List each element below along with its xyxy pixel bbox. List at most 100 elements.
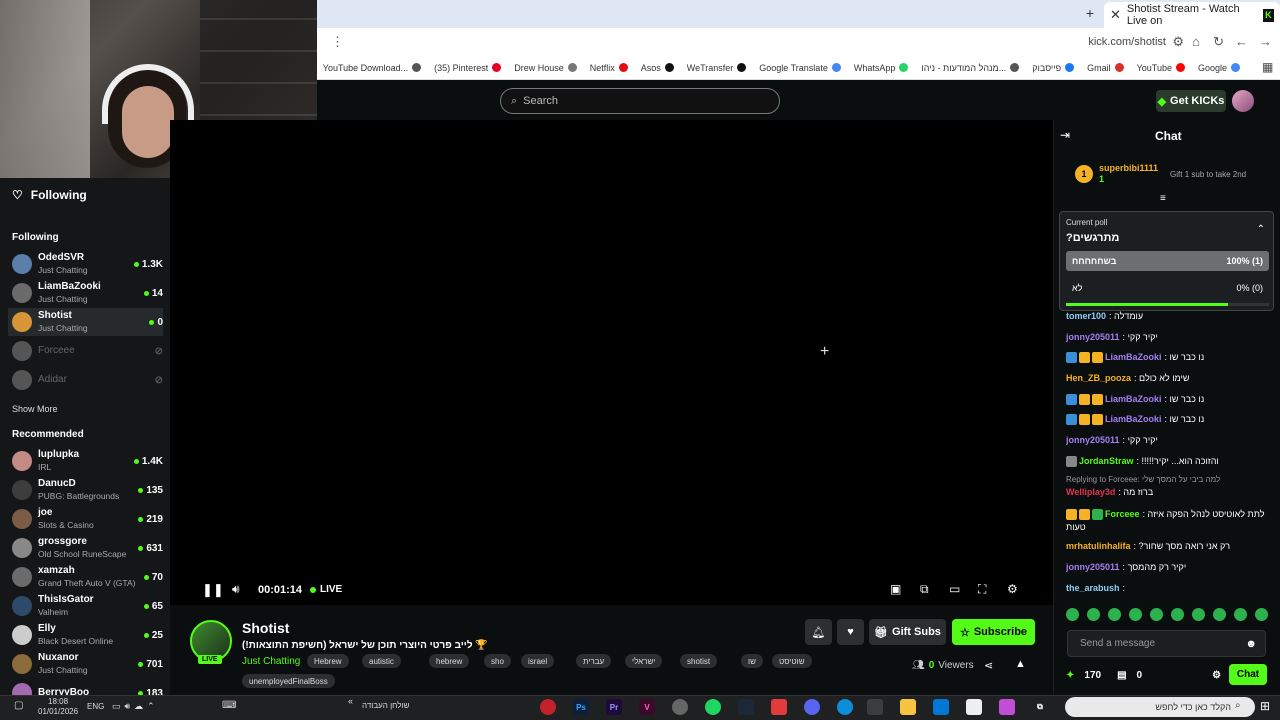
bookmark-item[interactable]: מנהל המודעות - ניהו... xyxy=(921,63,1020,73)
clip-icon[interactable]: ⧉ xyxy=(920,582,929,597)
chat-username[interactable]: LiamBaZooki xyxy=(1105,394,1162,404)
bookmark-item[interactable]: YouTube xyxy=(1137,63,1185,73)
bookmark-item[interactable]: WeTransfer xyxy=(687,63,747,73)
pinned-user[interactable]: superbibi1111 xyxy=(1099,163,1158,174)
chat-username[interactable]: Hen_ZB_pooza xyxy=(1066,373,1131,383)
stream-tag[interactable]: עברית xyxy=(576,654,612,668)
stream-category[interactable]: Just Chatting xyxy=(242,656,300,667)
bookmark-item[interactable]: Gmail xyxy=(1087,63,1124,73)
subscribe-button[interactable]: ☆ Subscribe xyxy=(952,619,1035,645)
chat-input[interactable]: Send a message ☻ xyxy=(1067,630,1266,657)
stream-tag[interactable]: שו xyxy=(741,654,763,668)
mini-player-icon[interactable]: ▣ xyxy=(890,582,901,596)
chat-username[interactable]: Welliplay3d xyxy=(1066,487,1115,497)
app-vegas-icon[interactable]: V xyxy=(639,699,655,715)
back-arrow-icon[interactable]: ← xyxy=(1235,34,1248,49)
search-input[interactable]: ⌕ Search xyxy=(500,88,780,114)
sidebar-channel[interactable]: Shotist Just Chatting 0 xyxy=(8,308,163,336)
chat-username[interactable]: jonny205011 xyxy=(1066,332,1120,342)
kicks-count[interactable]: 170 xyxy=(1084,670,1101,681)
video-player[interactable] xyxy=(170,120,1053,605)
app-steam-icon[interactable] xyxy=(738,699,754,715)
fullscreen-icon[interactable]: ⛶ xyxy=(978,582,986,597)
task-view-icon[interactable]: ⧉ xyxy=(1032,699,1048,715)
sidebar-channel[interactable]: Elly Black Desert Online 25 xyxy=(8,621,163,649)
notification-bell-button[interactable]: 🔔︎ xyxy=(805,619,832,645)
new-tab-button[interactable]: + xyxy=(1086,5,1094,21)
show-more-link[interactable]: Show More xyxy=(12,404,58,414)
chat-username[interactable]: LiamBaZooki xyxy=(1105,414,1162,424)
send-chat-button[interactable]: Chat xyxy=(1229,664,1267,685)
app-chrome-icon[interactable] xyxy=(867,699,883,715)
stream-tag[interactable]: autistic xyxy=(362,654,401,668)
stream-tag[interactable]: shotist xyxy=(680,654,718,668)
sidebar-channel[interactable]: joe Slots & Casino 219 xyxy=(8,505,163,533)
chat-username[interactable]: jonny205011 xyxy=(1066,435,1120,445)
poll-option[interactable]: לא 0% (0) xyxy=(1066,278,1269,298)
bookmark-item[interactable]: Drew House xyxy=(514,63,577,73)
bookmark-item[interactable]: YouTube Download... xyxy=(323,63,422,73)
emoji-picker-icon[interactable]: ☻ xyxy=(1245,638,1257,650)
bookmark-item[interactable]: Google Translate xyxy=(759,63,841,73)
streamer-name[interactable]: Shotist xyxy=(242,620,289,636)
keyboard-icon[interactable]: ⌨ xyxy=(222,700,236,711)
chat-username[interactable]: mrhatulinhalifa xyxy=(1066,541,1131,551)
app-premiere-icon[interactable]: Pr xyxy=(606,699,622,715)
app-photoshop-icon[interactable]: Ps xyxy=(573,699,589,715)
chat-username[interactable]: Forceee xyxy=(1105,509,1140,519)
chat-username[interactable]: jonny205011 xyxy=(1066,562,1120,572)
menu-icon[interactable]: ⋮ xyxy=(331,34,344,50)
chat-username[interactable]: JordanStraw xyxy=(1079,456,1134,466)
sidebar-channel[interactable]: ThisIsGator Valheim 65 xyxy=(8,592,163,620)
stream-tag[interactable]: hebrew xyxy=(429,654,470,668)
home-icon[interactable]: ⌂ xyxy=(1192,34,1200,49)
poll-option[interactable]: בשחחחחח 100% (1) xyxy=(1066,251,1269,271)
apps-grid-icon[interactable]: ▦ xyxy=(1262,60,1273,74)
stream-tag[interactable]: ישראלי xyxy=(625,654,663,668)
volume-icon[interactable]: 🔊︎ xyxy=(232,582,240,597)
sidebar-channel[interactable]: Nuxanor Just Chatting 701 xyxy=(8,650,163,678)
app-copilot-icon[interactable] xyxy=(999,699,1015,715)
app-mail-icon[interactable] xyxy=(933,699,949,715)
clock[interactable]: 18:08 01/01/2026 xyxy=(38,697,78,717)
sidebar-channel[interactable]: grossgore Old School RuneScape 631 xyxy=(8,534,163,562)
stream-tag[interactable]: unemployedFinalBoss xyxy=(242,674,335,688)
bookmark-item[interactable]: Asos xyxy=(641,63,674,73)
notification-icon[interactable]: ▢ xyxy=(14,700,23,711)
sidebar-channel[interactable]: Forceee ⊘ xyxy=(8,337,163,365)
sidebar-channel[interactable]: luplupka IRL 1.4K xyxy=(8,447,163,475)
desktop-toolbar-label[interactable]: שולחן העבודה xyxy=(362,701,409,710)
bookmark-item[interactable]: (35) Pinterest xyxy=(434,63,502,73)
app-explorer-icon[interactable] xyxy=(900,699,916,715)
pause-icon[interactable]: ❚❚ xyxy=(202,582,224,598)
stream-tag[interactable]: sho xyxy=(484,654,511,668)
app-spotify-icon[interactable] xyxy=(705,699,721,715)
tray-icons[interactable]: ▭🔊︎☁⌃ xyxy=(112,701,159,712)
bookmark-item[interactable]: Google xyxy=(1198,63,1240,73)
sidebar-channel[interactable]: Adidar ⊘ xyxy=(8,366,163,394)
taskbar-search-input[interactable]: הקלד כאן כדי לחפש xyxy=(1065,697,1255,717)
report-icon[interactable]: ▲ xyxy=(1015,658,1026,670)
bag-count[interactable]: 0 xyxy=(1137,670,1143,681)
filter-icon[interactable]: ≡ xyxy=(1160,193,1166,204)
stream-tag[interactable]: israel xyxy=(521,654,555,668)
reload-icon[interactable]: ↻ xyxy=(1213,34,1224,50)
chat-username[interactable]: the_arabush xyxy=(1066,583,1120,593)
settings-gear-icon[interactable]: ⚙ xyxy=(1007,582,1018,596)
stream-tag[interactable]: שוטיסט xyxy=(772,654,812,668)
chat-settings-icon[interactable]: ⚙ xyxy=(1212,670,1221,681)
following-header[interactable]: ♡ Following xyxy=(12,188,87,202)
chat-username[interactable]: LiamBaZooki xyxy=(1105,352,1162,362)
language-indicator[interactable]: ENG xyxy=(87,702,104,711)
sidebar-channel[interactable]: OdedSVR Just Chatting 1.3K xyxy=(8,250,163,278)
browser-tab[interactable]: ✕ Shotist Stream - Watch Live on K xyxy=(1104,2,1280,28)
gift-subs-button[interactable]: 🎁︎ Gift Subs xyxy=(869,619,946,645)
stream-tag[interactable]: Hebrew xyxy=(307,654,349,668)
app-store-icon[interactable] xyxy=(966,699,982,715)
theater-mode-icon[interactable]: ▭ xyxy=(949,582,960,596)
url-field[interactable]: kick.com/shotist xyxy=(1088,36,1166,48)
get-kicks-button[interactable]: ◆ Get KICKs xyxy=(1156,90,1226,112)
site-settings-icon[interactable]: ⚙ xyxy=(1172,34,1184,50)
chat-username[interactable]: tomer100 xyxy=(1066,311,1106,321)
collapse-chat-icon[interactable]: ⇥ xyxy=(1060,128,1070,142)
